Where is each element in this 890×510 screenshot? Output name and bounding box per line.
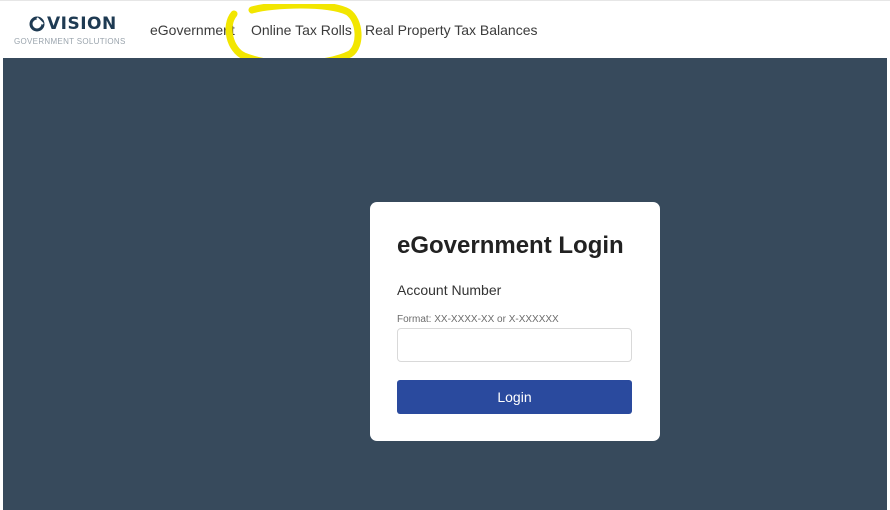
account-number-label: Account Number <box>397 282 502 298</box>
login-title: eGovernment Login <box>397 232 624 259</box>
login-card: eGovernment Login Account Number Format:… <box>370 202 660 441</box>
nav-link-real-property-tax-balances[interactable]: Real Property Tax Balances <box>365 22 538 38</box>
vision-logo[interactable]: VISION GOVERNMENT SOLUTIONS <box>14 14 132 48</box>
logo-subtitle: GOVERNMENT SOLUTIONS <box>14 37 126 46</box>
account-number-input[interactable] <box>397 328 632 362</box>
vision-logo-icon <box>29 16 45 32</box>
account-format-hint: Format: XX-XXXX-XX or X-XXXXXX <box>397 314 559 325</box>
nav-link-egovernment[interactable]: eGovernment <box>150 22 235 38</box>
logo-wordmark: VISION <box>47 14 117 34</box>
nav-link-online-tax-rolls[interactable]: Online Tax Rolls <box>251 22 352 38</box>
top-navbar: VISION GOVERNMENT SOLUTIONS eGovernment … <box>0 0 890 68</box>
login-button[interactable]: Login <box>397 380 632 414</box>
